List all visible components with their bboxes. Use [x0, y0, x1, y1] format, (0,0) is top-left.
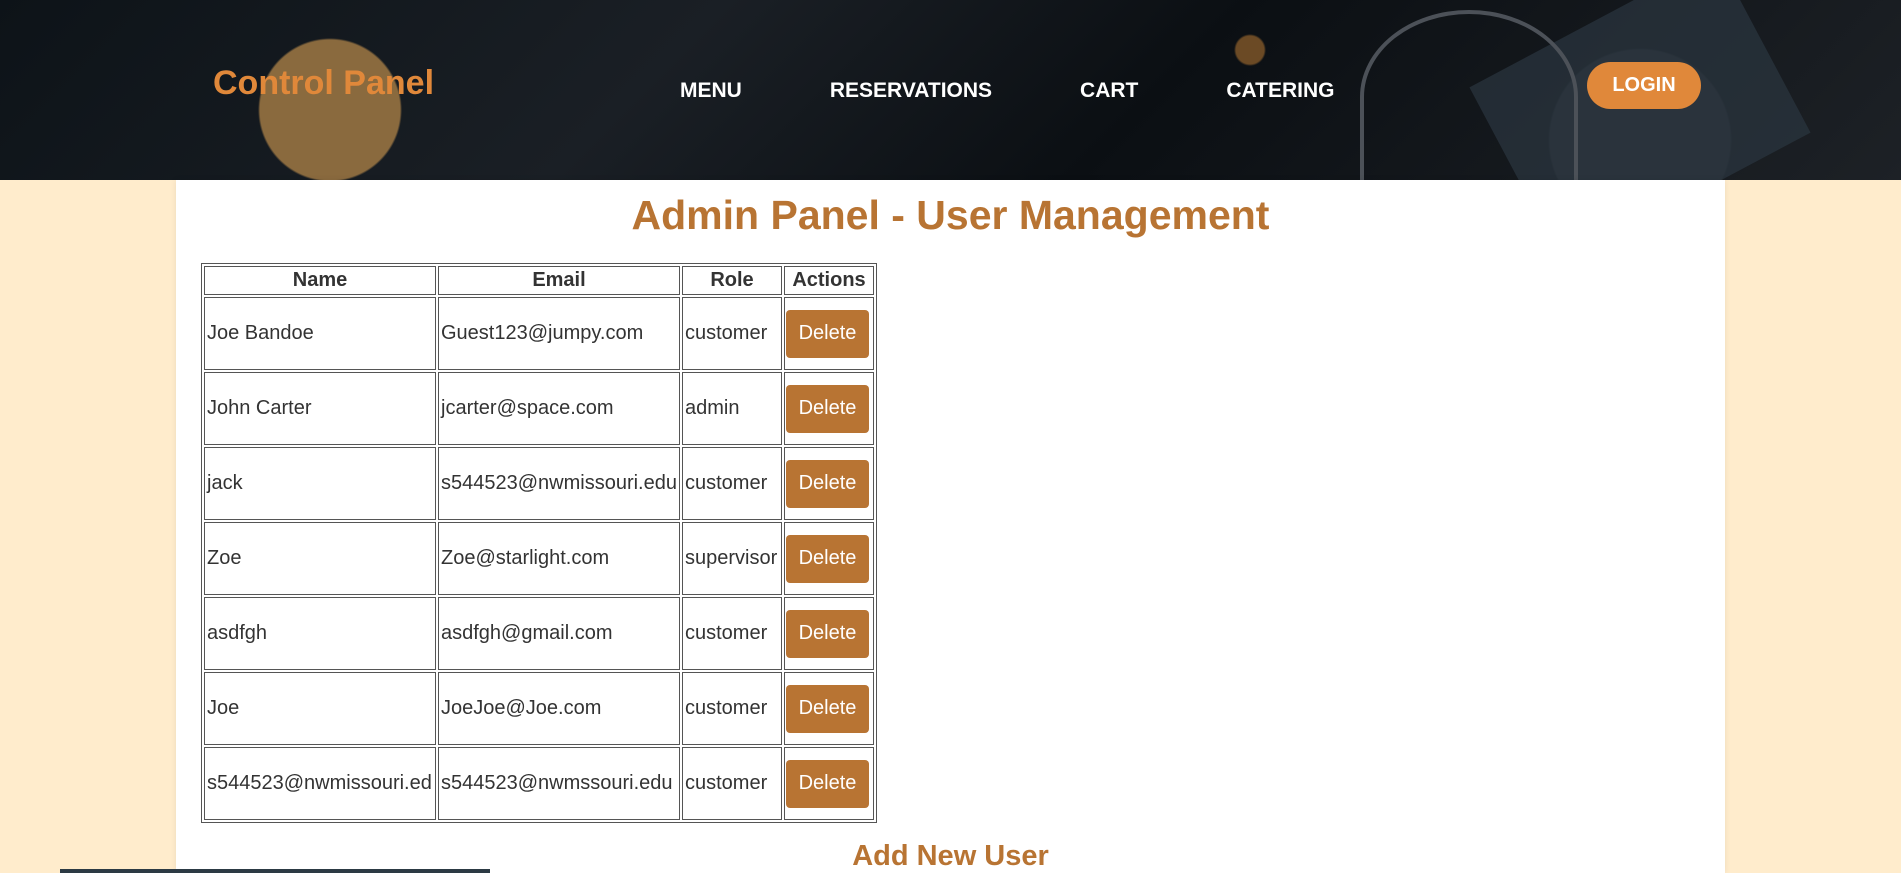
login-button[interactable]: LOGIN: [1587, 62, 1701, 109]
actions-cell: Delete: [784, 297, 874, 370]
actions-cell: Delete: [784, 522, 874, 595]
delete-button[interactable]: Delete: [786, 534, 869, 583]
user-name: Joe: [204, 672, 436, 745]
table-row: s544523@nwmissouri.ed s544523@nwmssouri.…: [204, 747, 874, 820]
column-header-name: Name: [204, 266, 436, 295]
column-header-actions: Actions: [784, 266, 874, 295]
user-name: Joe Bandoe: [204, 297, 436, 370]
user-email: jcarter@space.com: [438, 372, 680, 445]
user-role: customer: [682, 672, 782, 745]
table-row: asdfgh asdfgh@gmail.com customer Delete: [204, 597, 874, 670]
main-nav: MENU RESERVATIONS CART CATERING: [680, 79, 1422, 103]
site-header: Control Panel MENU RESERVATIONS CART CAT…: [0, 0, 1901, 180]
user-email: asdfgh@gmail.com: [438, 597, 680, 670]
user-role: customer: [682, 447, 782, 520]
table-row: Joe Bandoe Guest123@jumpy.com customer D…: [204, 297, 874, 370]
nav-menu[interactable]: MENU: [680, 79, 742, 103]
user-email: s544523@nwmssouri.edu: [438, 747, 680, 820]
delete-button[interactable]: Delete: [786, 684, 869, 733]
actions-cell: Delete: [784, 597, 874, 670]
table-row: Zoe Zoe@starlight.com supervisor Delete: [204, 522, 874, 595]
table-row: Joe JoeJoe@Joe.com customer Delete: [204, 672, 874, 745]
user-email: Guest123@jumpy.com: [438, 297, 680, 370]
table-row: John Carter jcarter@space.com admin Dele…: [204, 372, 874, 445]
user-role: customer: [682, 597, 782, 670]
delete-button[interactable]: Delete: [786, 759, 869, 808]
table-header-row: Name Email Role Actions: [204, 266, 874, 295]
user-role: customer: [682, 297, 782, 370]
column-header-email: Email: [438, 266, 680, 295]
user-role: supervisor: [682, 522, 782, 595]
nav-catering[interactable]: CATERING: [1226, 79, 1334, 103]
user-name: jack: [204, 447, 436, 520]
actions-cell: Delete: [784, 447, 874, 520]
user-email: JoeJoe@Joe.com: [438, 672, 680, 745]
user-role: admin: [682, 372, 782, 445]
user-email: s544523@nwmissouri.edu: [438, 447, 680, 520]
actions-cell: Delete: [784, 672, 874, 745]
main-panel: Admin Panel - User Management Name Email…: [176, 180, 1725, 873]
user-email: Zoe@starlight.com: [438, 522, 680, 595]
delete-button[interactable]: Delete: [786, 609, 869, 658]
column-header-role: Role: [682, 266, 782, 295]
user-name: asdfgh: [204, 597, 436, 670]
user-name: s544523@nwmissouri.ed: [204, 747, 436, 820]
brand-title[interactable]: Control Panel: [213, 64, 434, 103]
table-row: jack s544523@nwmissouri.edu customer Del…: [204, 447, 874, 520]
delete-button[interactable]: Delete: [786, 459, 869, 508]
nav-reservations[interactable]: RESERVATIONS: [830, 79, 992, 103]
bottom-scroll-indicator: [60, 869, 490, 873]
user-role: customer: [682, 747, 782, 820]
delete-button[interactable]: Delete: [786, 309, 869, 358]
actions-cell: Delete: [784, 747, 874, 820]
user-name: Zoe: [204, 522, 436, 595]
delete-button[interactable]: Delete: [786, 384, 869, 433]
actions-cell: Delete: [784, 372, 874, 445]
users-table: Name Email Role Actions Joe Bandoe Guest…: [201, 263, 877, 823]
page-title: Admin Panel - User Management: [631, 192, 1270, 238]
nav-cart[interactable]: CART: [1080, 79, 1138, 103]
user-name: John Carter: [204, 372, 436, 445]
